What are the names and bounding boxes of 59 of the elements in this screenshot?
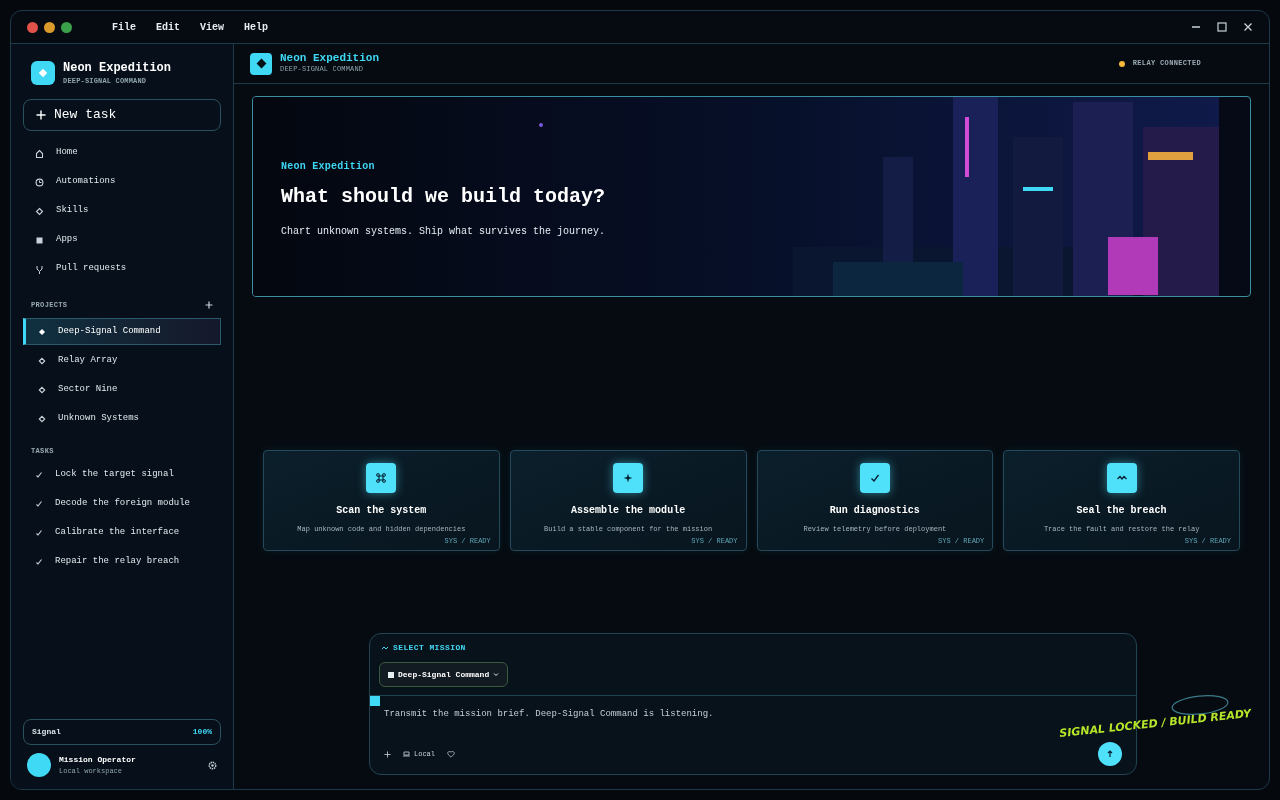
close-icon[interactable] — [1243, 22, 1253, 32]
project-item[interactable]: Relay Array — [23, 347, 221, 374]
branch-icon — [35, 264, 44, 274]
menu-item[interactable]: Help — [240, 19, 273, 35]
command-icon — [375, 471, 388, 484]
chevron-down-icon — [493, 672, 500, 677]
project-item[interactable]: Unknown Systems — [23, 405, 221, 432]
diamond-icon — [35, 206, 44, 216]
project-item[interactable]: Deep-Signal Command — [23, 318, 221, 345]
nav-item[interactable]: Automations — [23, 167, 221, 197]
nav-item[interactable]: Apps — [23, 225, 221, 255]
new-task-button[interactable]: New task — [23, 98, 221, 131]
nav-item[interactable]: Home — [23, 138, 221, 168]
card-title: Run diagnostics — [829, 503, 920, 518]
card-title: Assemble the module — [571, 503, 686, 518]
hero-subtitle: Chart unknown systems. Ship what survives the journey. — [281, 225, 606, 239]
task-item[interactable]: Calibrate the interface — [23, 518, 221, 548]
diamond-icon — [38, 414, 46, 423]
square-icon — [35, 235, 44, 245]
hero-eyebrow: Neon Expedition — [281, 160, 375, 174]
header-logo-icon — [250, 52, 272, 75]
plus-icon — [36, 109, 46, 120]
heart-icon[interactable] — [447, 750, 455, 758]
nav-item[interactable]: Skills — [23, 196, 221, 226]
add-icon[interactable] — [384, 750, 391, 758]
nav-item[interactable]: Pull requests — [23, 254, 221, 284]
menu-item[interactable]: File — [108, 19, 140, 35]
project-dropdown[interactable]: Deep-Signal Command — [379, 662, 509, 687]
card-title: Seal the breach — [1076, 503, 1167, 518]
avatar — [27, 753, 51, 777]
card-title: Scan the system — [336, 503, 427, 518]
task-item[interactable]: Decode the foreign module — [23, 489, 221, 519]
menu-item[interactable]: Edit — [152, 19, 185, 35]
diamond-icon — [38, 385, 46, 394]
user-name: Mission Operator — [59, 753, 137, 766]
composer-heading: SELECT MISSION — [393, 642, 466, 654]
clock-icon — [35, 177, 44, 187]
task-item[interactable]: Lock the target signal — [23, 460, 221, 490]
home-icon — [35, 148, 44, 158]
settings-icon[interactable] — [208, 760, 217, 770]
project-item[interactable]: Sector Nine — [23, 376, 221, 403]
add-project-icon[interactable] — [205, 300, 213, 309]
menu-item[interactable]: View — [196, 19, 229, 35]
task-item[interactable]: Repair the relay breach — [23, 547, 221, 577]
hero-title: What should we build today? — [281, 184, 606, 210]
signal-meter: Signal 100% — [23, 719, 221, 745]
diamond-icon — [38, 327, 46, 336]
send-button[interactable] — [1098, 742, 1122, 766]
signal-icon — [382, 645, 389, 651]
brand-title: Neon Expedition — [63, 60, 172, 76]
maximize-icon[interactable] — [1217, 22, 1227, 32]
handwritten-note: SIGNAL LOCKED / BUILD READY — [1058, 706, 1252, 743]
corner-marker-icon — [370, 696, 380, 706]
brand-logo-icon — [31, 61, 55, 86]
diamond-icon — [38, 356, 46, 365]
laptop-icon — [403, 751, 410, 757]
square-icon — [388, 671, 394, 678]
arrow-up-icon — [1107, 750, 1113, 758]
header-title: Neon Expedition — [280, 52, 380, 65]
